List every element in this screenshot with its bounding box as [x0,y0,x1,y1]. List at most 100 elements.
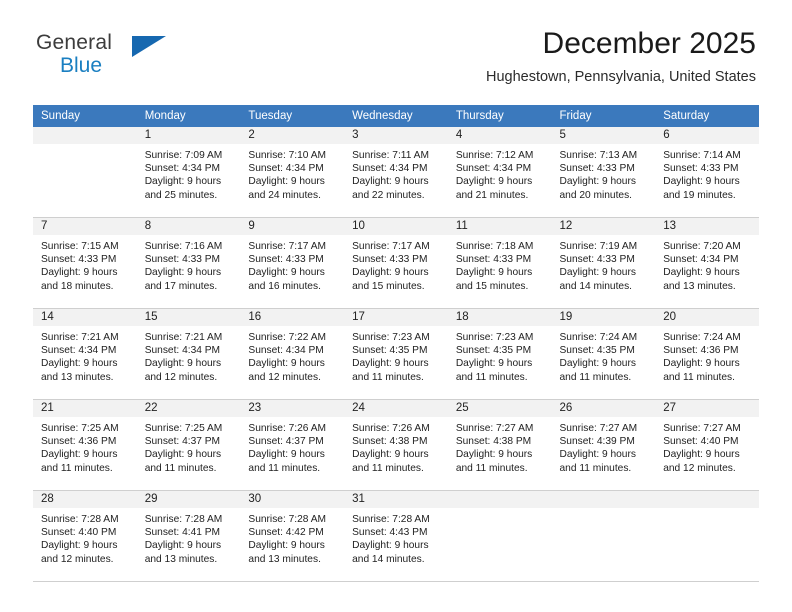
calendar-day-cell[interactable]: 15 Sunrise: 7:21 AM Sunset: 4:34 PM Dayligh… [136,308,241,400]
day-number: 5 [551,127,656,144]
day-cell-inner: 17 Sunrise: 7:23 AM Sunset: 4:35 PM Dayligh… [344,309,448,399]
day-info-line: and 12 minutes. [663,462,736,474]
day-sun-info: Sunrise: 7:20 AM Sunset: 4:34 PM Daylight:… [655,235,759,293]
calendar-day-cell[interactable]: 7 Sunrise: 7:15 AM Sunset: 4:33 PM Daylight… [33,217,137,309]
title-block: December 2025 Hughestown, Pennsylvania, … [486,28,756,85]
day-info-line: Sunrise: 7:25 AM [41,423,119,434]
day-sun-info: Sunrise: 7:14 AM Sunset: 4:33 PM Daylight:… [655,144,759,202]
calendar-day-cell[interactable]: 24 Sunrise: 7:26 AM Sunset: 4:38 PM Dayligh… [344,399,448,491]
day-info-line: and 11 minutes. [41,462,113,474]
calendar-day-cell[interactable]: 13 Sunrise: 7:20 AM Sunset: 4:34 PM Dayligh… [655,217,759,309]
day-info-line: and 24 minutes. [248,189,321,201]
day-info-line: and 20 minutes. [559,189,633,201]
day-info-line: Daylight: 9 hours [41,358,118,370]
day-info-line: and 11 minutes. [352,371,424,383]
calendar-day-cell[interactable]: 29 Sunrise: 7:28 AM Sunset: 4:41 PM Dayligh… [136,490,241,582]
day-sun-info: Sunrise: 7:23 AM Sunset: 4:35 PM Daylight:… [448,326,552,384]
calendar-day-cell[interactable]: 27 Sunrise: 7:27 AM Sunset: 4:40 PM Dayligh… [655,399,759,491]
day-cell-inner: 26 Sunrise: 7:27 AM Sunset: 4:39 PM Dayligh… [551,400,656,490]
calendar-day-cell[interactable]: 14 Sunrise: 7:21 AM Sunset: 4:34 PM Dayligh… [33,308,137,400]
day-info-line: Daylight: 9 hours [144,176,222,188]
calendar-day-cell[interactable]: 9 Sunrise: 7:17 AM Sunset: 4:33 PM Daylight… [240,217,345,309]
calendar-day-cell[interactable]: 28 Sunrise: 7:28 AM Sunset: 4:40 PM Dayligh… [33,490,137,582]
weekday-header-friday: Friday [551,105,656,127]
calendar-day-cell[interactable]: 11 Sunrise: 7:18 AM Sunset: 4:33 PM Dayligh… [447,217,552,309]
day-info-line: Daylight: 9 hours [144,449,222,461]
calendar-day-cell[interactable]: 8 Sunrise: 7:16 AM Sunset: 4:33 PM Daylight… [136,217,241,309]
calendar-day-cell[interactable]: 31 Sunrise: 7:28 AM Sunset: 4:43 PM Dayligh… [344,490,448,582]
day-cell-inner: 21 Sunrise: 7:25 AM Sunset: 4:36 PM Dayligh… [33,400,137,490]
day-sun-info: Sunrise: 7:21 AM Sunset: 4:34 PM Daylight:… [137,326,241,384]
day-sun-info [552,508,656,513]
calendar-day-cell[interactable]: 1 Sunrise: 7:09 AM Sunset: 4:34 PM Daylight… [136,127,241,218]
day-cell-inner [33,127,137,217]
day-info-line: and 21 minutes. [455,189,529,201]
calendar-day-cell[interactable]: 30 Sunrise: 7:28 AM Sunset: 4:42 PM Dayligh… [240,490,345,582]
calendar-day-cell[interactable]: 16 Sunrise: 7:22 AM Sunset: 4:34 PM Dayligh… [240,308,345,400]
calendar-day-cell[interactable]: 3 Sunrise: 7:11 AM Sunset: 4:34 PM Daylight… [344,127,448,218]
day-number: 11 [447,218,552,235]
day-info-line: Sunrise: 7:28 AM [144,514,223,525]
day-number: 2 [240,127,345,144]
calendar-day-cell[interactable]: 17 Sunrise: 7:23 AM Sunset: 4:35 PM Dayligh… [344,308,448,400]
calendar-day-cell[interactable]: 18 Sunrise: 7:23 AM Sunset: 4:35 PM Dayligh… [447,308,552,400]
calendar-day-cell[interactable]: 10 Sunrise: 7:17 AM Sunset: 4:33 PM Dayligh… [344,217,448,309]
day-number: 29 [136,491,241,508]
calendar-day-cell[interactable]: 25 Sunrise: 7:27 AM Sunset: 4:38 PM Dayligh… [447,399,552,491]
day-info-line: Sunrise: 7:19 AM [559,241,638,252]
calendar-day-cell[interactable]: 2 Sunrise: 7:10 AM Sunset: 4:34 PM Daylight… [240,127,345,218]
day-cell-inner: 14 Sunrise: 7:21 AM Sunset: 4:34 PM Dayligh… [33,309,137,399]
day-info-line: Sunrise: 7:27 AM [663,423,741,434]
calendar-day-cell[interactable]: 12 Sunrise: 7:19 AM Sunset: 4:33 PM Dayligh… [551,217,656,309]
calendar-day-cell[interactable]: 26 Sunrise: 7:27 AM Sunset: 4:39 PM Dayligh… [551,399,656,491]
day-info-line: and 14 minutes. [559,280,633,292]
day-info-line: Daylight: 9 hours [663,358,740,370]
day-sun-info: Sunrise: 7:25 AM Sunset: 4:36 PM Daylight:… [33,417,137,475]
day-info-line: Sunset: 4:35 PM [559,345,635,357]
calendar-day-cell[interactable]: 19 Sunrise: 7:24 AM Sunset: 4:35 PM Dayligh… [551,308,656,400]
day-info-line: Daylight: 9 hours [144,358,222,370]
calendar-day-cell[interactable]: 23 Sunrise: 7:26 AM Sunset: 4:37 PM Dayligh… [240,399,345,491]
day-info-line: Sunrise: 7:18 AM [455,241,534,252]
day-info-line: and 17 minutes. [144,280,218,292]
day-cell-inner: 19 Sunrise: 7:24 AM Sunset: 4:35 PM Dayligh… [551,309,656,399]
day-info-line: Sunset: 4:33 PM [248,254,324,266]
calendar-day-cell[interactable]: 4 Sunrise: 7:12 AM Sunset: 4:34 PM Daylight… [447,127,552,218]
day-info-line: Sunrise: 7:28 AM [41,514,119,525]
day-info-line: Sunset: 4:42 PM [248,527,324,539]
page-title: December 2025 [542,27,756,60]
day-number: 27 [655,400,759,417]
day-info-line: Sunrise: 7:20 AM [663,241,741,252]
calendar-day-cell[interactable]: 22 Sunrise: 7:25 AM Sunset: 4:37 PM Dayligh… [136,399,241,491]
day-info-line: Sunset: 4:37 PM [248,436,324,448]
page-header: General Blue December 2025 Hughestown, P… [0,0,792,85]
day-info-line: and 12 minutes. [248,371,321,383]
weekday-header-sunday: Sunday [33,105,137,127]
day-info-line: Sunrise: 7:13 AM [559,150,638,161]
day-info-line: Daylight: 9 hours [352,449,429,461]
day-number: 7 [33,218,137,235]
calendar-day-cell[interactable]: 20 Sunrise: 7:24 AM Sunset: 4:36 PM Dayligh… [655,308,759,400]
day-info-line: Daylight: 9 hours [559,176,636,188]
weekday-header-thursday: Thursday [447,105,552,127]
day-info-line: Sunset: 4:34 PM [248,345,324,357]
calendar-day-cell[interactable]: 6 Sunrise: 7:14 AM Sunset: 4:33 PM Daylight… [655,127,759,218]
sunrise-sunset-calendar-table: Sunday Monday Tuesday Wednesday Thursday… [33,105,759,582]
day-info-line: and 22 minutes. [352,189,425,201]
general-blue-logo[interactable]: General Blue [36,32,206,82]
day-info-line: Daylight: 9 hours [663,449,740,461]
day-info-line: Sunset: 4:39 PM [559,436,635,448]
day-sun-info: Sunrise: 7:28 AM Sunset: 4:40 PM Daylight:… [33,508,137,566]
day-info-line: and 11 minutes. [248,462,321,474]
day-info-line: Sunrise: 7:24 AM [663,332,741,343]
day-sun-info: Sunrise: 7:26 AM Sunset: 4:38 PM Daylight:… [344,417,448,475]
day-info-line: Sunrise: 7:11 AM [352,150,429,161]
calendar-day-cell[interactable]: 21 Sunrise: 7:25 AM Sunset: 4:36 PM Dayligh… [33,399,137,491]
day-number: 23 [240,400,345,417]
day-number: 13 [655,218,759,235]
day-sun-info: Sunrise: 7:17 AM Sunset: 4:33 PM Daylight:… [240,235,344,293]
day-info-line: Sunset: 4:36 PM [663,345,739,357]
calendar-day-cell[interactable]: 5 Sunrise: 7:13 AM Sunset: 4:33 PM Daylight… [551,127,656,218]
day-number: 18 [447,309,552,326]
day-info-line: Sunset: 4:34 PM [248,163,324,175]
